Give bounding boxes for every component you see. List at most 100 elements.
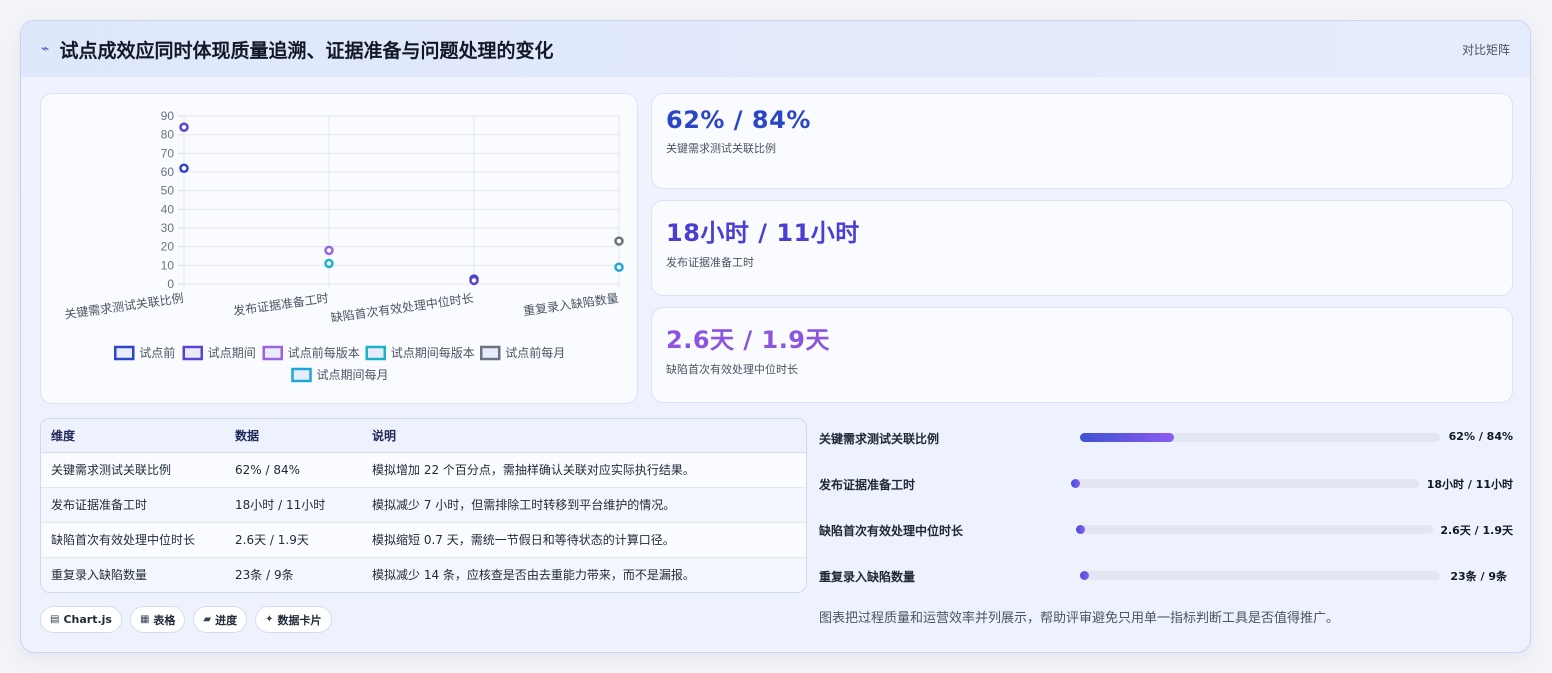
chart-icon: ▤ <box>50 614 60 625</box>
x-tick-label: 关键需求测试关联比例 <box>63 290 184 322</box>
panel-tag: 对比矩阵 <box>1461 42 1510 57</box>
progress-fill <box>1076 525 1085 534</box>
y-tick-label: 60 <box>161 165 175 179</box>
progress-row: 重复录入缺陷数量 23条 / 9条 <box>819 565 1507 585</box>
progress-track <box>1071 479 1419 488</box>
x-tick-label: 发布证据准备工时 <box>232 290 329 318</box>
legend-label: 试点期间每月 <box>317 367 389 382</box>
progress-row: 缺陷首次有效处理中位时长 2.6天 / 1.9天 <box>819 519 1513 539</box>
stat-value: 62% / 84% <box>666 106 811 134</box>
legend-swatch <box>291 367 312 383</box>
legend-swatch <box>480 345 501 361</box>
data-point <box>614 262 624 272</box>
comparison-panel: ⌁ 试点成效应同时体现质量追溯、证据准备与问题处理的变化 对比矩阵 0 10 20 3… <box>20 20 1531 653</box>
table-cell: 重复录入缺陷数量 <box>41 557 225 592</box>
progress-fill <box>1071 479 1080 488</box>
chip-label: 数据卡片 <box>277 613 322 627</box>
bolt-icon: ⌁ <box>41 41 50 57</box>
y-tick-label: 40 <box>161 202 175 216</box>
progress-track <box>1080 571 1440 580</box>
table-cell: 关键需求测试关联比例 <box>41 452 225 488</box>
y-tick-label: 90 <box>161 109 175 123</box>
stat-value: 2.6天 / 1.9天 <box>666 326 831 354</box>
data-point <box>614 236 624 246</box>
table-cell: 2.6天 / 1.9天 <box>225 522 362 558</box>
stat-card-defect-time: 2.6天 / 1.9天 缺陷首次有效处理中位时长 <box>651 307 1513 403</box>
progress-fill <box>1080 433 1174 442</box>
chart-card: 0 10 20 30 40 50 60 70 80 90 关键需求测试关联比例 发布证据准备工时 缺陷首… <box>40 93 638 404</box>
progress-row: 发布证据准备工时 18小时 / 11小时 <box>819 473 1513 493</box>
stat-label: 发布证据准备工时 <box>666 256 754 269</box>
stat-card-link-ratio: 62% / 84% 关键需求测试关联比例 <box>651 93 1513 189</box>
panel-title-text: 试点成效应同时体现质量追溯、证据准备与问题处理的变化 <box>59 39 554 62</box>
data-point <box>179 122 189 132</box>
legend-swatch <box>114 345 135 361</box>
table-row: 缺陷首次有效处理中位时长 2.6天 / 1.9天 模拟缩短 0.7 天，需统一节… <box>41 522 806 558</box>
table-cell: 模拟减少 14 条，应核查是否由去重能力带来，而不是漏报。 <box>362 557 806 592</box>
panel-title: ⌁ 试点成效应同时体现质量追溯、证据准备与问题处理的变化 <box>41 36 553 63</box>
chip-label: 表格 <box>153 613 176 627</box>
progress-value: 23条 / 9条 <box>1450 570 1507 583</box>
chip-table[interactable]: ▦ 表格 <box>129 606 186 633</box>
legend-swatch <box>262 345 283 361</box>
y-tick-label: 30 <box>161 221 175 235</box>
y-tick-label: 80 <box>161 128 175 142</box>
data-point <box>324 258 334 269</box>
progress-fill <box>1080 571 1089 580</box>
sparkle-icon: ✦ <box>265 614 274 625</box>
tech-chips: ▤ Chart.js ▦ 表格 ▰ 进度 ✦ 数据卡片 <box>40 606 332 633</box>
legend-label: 试点前每月 <box>505 345 565 360</box>
stat-card-evidence-hours: 18小时 / 11小时 发布证据准备工时 <box>651 200 1513 296</box>
table-cell: 62% / 84% <box>225 452 362 488</box>
data-table: 维度 数据 说明 关键需求测试关联比例 62% / 84% 模拟增加 22 个百… <box>40 418 807 593</box>
progress-value: 18小时 / 11小时 <box>1426 478 1513 491</box>
legend-swatch <box>182 345 203 361</box>
table-row: 发布证据准备工时 18小时 / 11小时 模拟减少 7 小时，但需排除工时转移到… <box>41 487 806 523</box>
x-tick-label: 缺陷首次有效处理中位时长 <box>330 290 475 325</box>
y-tick-label: 0 <box>167 277 174 291</box>
data-point <box>324 245 334 256</box>
progress-value: 62% / 84% <box>1448 430 1513 443</box>
stat-value: 18小时 / 11小时 <box>666 219 860 247</box>
table-cell: 发布证据准备工时 <box>41 487 225 523</box>
legend-swatch <box>365 345 386 361</box>
table-header-row: 维度 数据 说明 <box>41 419 806 453</box>
table-cell: 模拟增加 22 个百分点，需抽样确认关联对应实际执行结果。 <box>362 452 806 488</box>
progress-label: 缺陷首次有效处理中位时长 <box>819 524 964 538</box>
progress-label: 关键需求测试关联比例 <box>819 432 940 446</box>
table-cell: 18小时 / 11小时 <box>225 487 362 523</box>
table-header: 说明 <box>362 419 806 453</box>
progress-label: 发布证据准备工时 <box>819 478 916 492</box>
scatter-chart: 0 10 20 30 40 50 60 70 80 90 关键需求测试关联比例 发布证据准备工时 缺陷首… <box>63 109 624 383</box>
legend-label: 试点期间 <box>208 345 256 360</box>
progress-label: 重复录入缺陷数量 <box>819 570 916 584</box>
y-tick-label: 70 <box>161 146 175 160</box>
table-row: 重复录入缺陷数量 23条 / 9条 模拟减少 14 条，应核查是否由去重能力带来… <box>41 557 806 592</box>
progress-track <box>1080 433 1440 442</box>
panel-header: ⌁ 试点成效应同时体现质量追溯、证据准备与问题处理的变化 对比矩阵 <box>21 21 1530 77</box>
progress-row: 关键需求测试关联比例 62% / 84% <box>819 427 1513 447</box>
chip-label: Chart.js <box>63 613 112 626</box>
progress-icon: ▰ <box>203 614 212 625</box>
data-point <box>469 275 479 286</box>
table-cell: 缺陷首次有效处理中位时长 <box>41 522 225 558</box>
legend-label: 试点前每版本 <box>288 345 360 360</box>
stat-label: 关键需求测试关联比例 <box>666 142 776 155</box>
x-tick-label: 重复录入缺陷数量 <box>522 290 619 318</box>
table-header: 维度 <box>41 419 225 453</box>
table-cell: 模拟缩短 0.7 天，需统一节假日和等待状态的计算口径。 <box>362 522 806 558</box>
stat-label: 缺陷首次有效处理中位时长 <box>666 363 798 376</box>
table-cell: 模拟减少 7 小时，但需排除工时转移到平台维护的情况。 <box>362 487 806 523</box>
chip-chartjs[interactable]: ▤ Chart.js <box>40 606 122 633</box>
table-cell: 23条 / 9条 <box>225 557 362 592</box>
chip-data-card[interactable]: ✦ 数据卡片 <box>255 606 332 633</box>
data-point <box>179 163 189 174</box>
chip-progress[interactable]: ▰ 进度 <box>193 606 248 633</box>
legend-label: 试点期间每版本 <box>391 345 475 360</box>
table-header: 数据 <box>225 419 362 453</box>
table-icon: ▦ <box>139 614 150 625</box>
chip-label: 进度 <box>215 613 238 627</box>
legend-label: 试点前 <box>139 345 175 360</box>
y-tick-label: 10 <box>161 258 175 272</box>
progress-value: 2.6天 / 1.9天 <box>1440 524 1513 537</box>
